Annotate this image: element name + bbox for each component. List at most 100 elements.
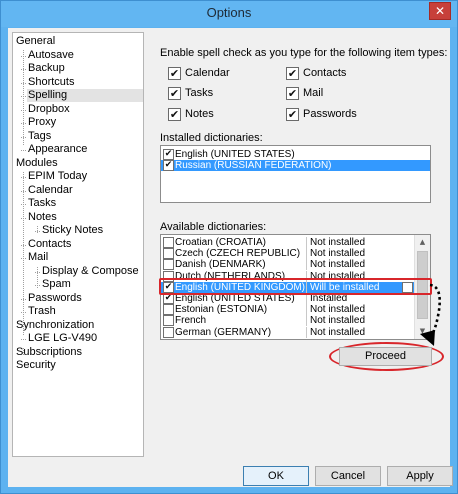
ok-button[interactable]: OK <box>243 466 309 486</box>
tree-item[interactable]: Tasks <box>27 197 56 210</box>
tree-item[interactable]: Sticky Notes <box>41 224 103 237</box>
tree-item[interactable]: Modules <box>15 157 58 170</box>
item-type-checkbox[interactable]: ✔ <box>168 67 181 80</box>
item-type-checkbox[interactable]: ✔ <box>286 108 299 121</box>
item-type-checkbox[interactable]: ✔ <box>168 108 181 121</box>
dictionary-name: Estonian (ESTONIA) <box>175 304 268 316</box>
item-type-checkbox[interactable]: ✔ <box>286 87 299 100</box>
scroll-up-icon[interactable]: ▲ <box>415 235 430 250</box>
installed-dictionary-name: English (UNITED STATES) <box>175 149 295 160</box>
apply-button[interactable]: Apply <box>387 466 453 486</box>
tree-item[interactable]: Appearance <box>27 143 87 156</box>
item-type-checkbox[interactable]: ✔ <box>168 87 181 100</box>
available-dictionary-checkbox[interactable] <box>163 326 174 338</box>
item-type-label: Contacts <box>303 67 347 79</box>
tree-item[interactable]: Spelling <box>27 89 143 102</box>
tree-item-label: Synchronization <box>16 318 95 331</box>
dictionary-name: Czech (CZECH REPUBLIC) <box>175 248 301 260</box>
title-bar[interactable]: Options ✕ <box>1 1 457 27</box>
tree-item[interactable]: LGE LG-V490 <box>27 332 97 345</box>
tree-connector <box>21 69 26 70</box>
tree-item-label: Tasks <box>28 197 57 209</box>
available-dictionary-checkbox[interactable] <box>163 237 174 248</box>
tree-item[interactable]: Calendar <box>27 184 73 197</box>
available-dictionary-checkbox[interactable] <box>163 304 174 316</box>
tree-connector <box>21 150 26 151</box>
available-dictionary-row[interactable]: French Not installed <box>161 315 414 327</box>
available-dictionary-checkbox[interactable] <box>163 248 174 260</box>
cancel-button[interactable]: Cancel <box>315 466 381 486</box>
proceed-button[interactable]: Proceed <box>339 347 432 366</box>
available-dictionary-row[interactable]: Estonian (ESTONIA) Not installed <box>161 304 414 316</box>
installed-dictionaries-list[interactable]: ✔ English (UNITED STATES) ✔ Russian (RUSSIA… <box>160 145 431 203</box>
tree-item[interactable]: Contacts <box>27 238 71 251</box>
dictionary-name: German (GERMANY) <box>175 326 272 338</box>
tree-connector <box>21 136 26 138</box>
tree-item-label: Display & Compose <box>42 264 139 277</box>
available-dictionary-row[interactable]: German (GERMANY) Not installed <box>161 326 414 338</box>
tree-item-label: Shortcuts <box>28 75 75 88</box>
dictionary-status: Not installed <box>310 326 366 338</box>
tree-connector <box>21 244 26 246</box>
tree-connector <box>35 271 40 273</box>
tree-item-label: Spelling <box>28 89 68 101</box>
installed-dictionary-checkbox[interactable]: ✔ <box>163 149 174 160</box>
available-dictionary-row[interactable]: Czech (CZECH REPUBLIC) Not installed <box>161 248 414 260</box>
dictionary-status: Not installed <box>310 237 366 248</box>
tree-item[interactable]: Spam <box>41 278 71 291</box>
options-tree[interactable]: General Autosave Backup Shortcuts Spelling Dr… <box>12 32 144 457</box>
tree-item[interactable]: EPIM Today <box>27 170 87 183</box>
tree-connector <box>21 217 26 219</box>
tree-item[interactable]: Trash <box>27 305 56 318</box>
column-divider <box>306 304 307 316</box>
tree-item[interactable]: Tags <box>27 130 51 143</box>
tree-item[interactable]: Mail <box>27 251 48 264</box>
installed-dictionaries-label: Installed dictionaries: <box>160 132 263 144</box>
tree-connector <box>21 55 26 57</box>
tree-item[interactable]: General <box>15 35 55 48</box>
tree-item[interactable]: Subscriptions <box>15 346 82 359</box>
installed-dictionary-row[interactable]: ✔ English (UNITED STATES) <box>161 149 430 160</box>
tree-connector <box>35 231 40 232</box>
tree-item-label: Autosave <box>28 48 74 61</box>
column-divider <box>306 259 307 271</box>
tree-item-label: Appearance <box>28 143 88 155</box>
tree-item-label: Modules <box>16 156 58 169</box>
available-dictionary-checkbox[interactable] <box>163 259 174 271</box>
tree-connector <box>21 123 26 124</box>
tree-item-label: Dropbox <box>28 102 70 115</box>
tree-item-label: Trash <box>28 305 56 317</box>
tree-item-label: Tags <box>28 129 52 142</box>
tree-item[interactable]: Proxy <box>27 116 56 129</box>
installed-dictionary-checkbox[interactable]: ✔ <box>163 160 174 171</box>
column-divider <box>306 315 307 327</box>
tree-item[interactable]: Synchronization <box>15 319 94 332</box>
tree-connector <box>23 172 24 335</box>
item-type-label: Calendar <box>185 67 230 79</box>
tree-item[interactable]: Backup <box>27 62 65 75</box>
tree-connector <box>21 258 26 259</box>
tree-item-label: Contacts <box>28 237 72 250</box>
tree-item[interactable]: Dropbox <box>27 103 70 116</box>
installed-dictionary-row[interactable]: ✔ Russian (RUSSIAN FEDERATION) <box>161 160 430 171</box>
close-button[interactable]: ✕ <box>429 2 451 20</box>
available-dictionary-row[interactable]: Danish (DENMARK) Not installed <box>161 259 414 271</box>
tree-connector <box>21 298 26 300</box>
column-divider <box>306 237 307 248</box>
available-dictionary-row[interactable]: Croatian (CROATIA) Not installed <box>161 237 414 248</box>
tree-item[interactable]: Autosave <box>27 49 74 62</box>
tree-item-label: Security <box>16 359 56 371</box>
tree-item-label: Sticky Notes <box>42 224 104 236</box>
column-divider <box>306 326 307 338</box>
tree-item[interactable]: Passwords <box>27 292 82 305</box>
tree-item[interactable]: Notes <box>27 211 57 224</box>
tree-item[interactable]: Display & Compose <box>41 265 139 278</box>
tree-item[interactable]: Security <box>15 359 56 372</box>
available-dictionary-checkbox[interactable] <box>163 315 174 327</box>
item-type-label: Notes <box>185 108 214 120</box>
tree-item[interactable]: Shortcuts <box>27 76 74 89</box>
dictionary-name: French <box>175 315 207 327</box>
item-type-checkbox[interactable]: ✔ <box>286 67 299 80</box>
tree-connector <box>21 312 26 313</box>
options-window: Options ✕ General Autosave Backup Shortcuts… <box>0 0 458 494</box>
